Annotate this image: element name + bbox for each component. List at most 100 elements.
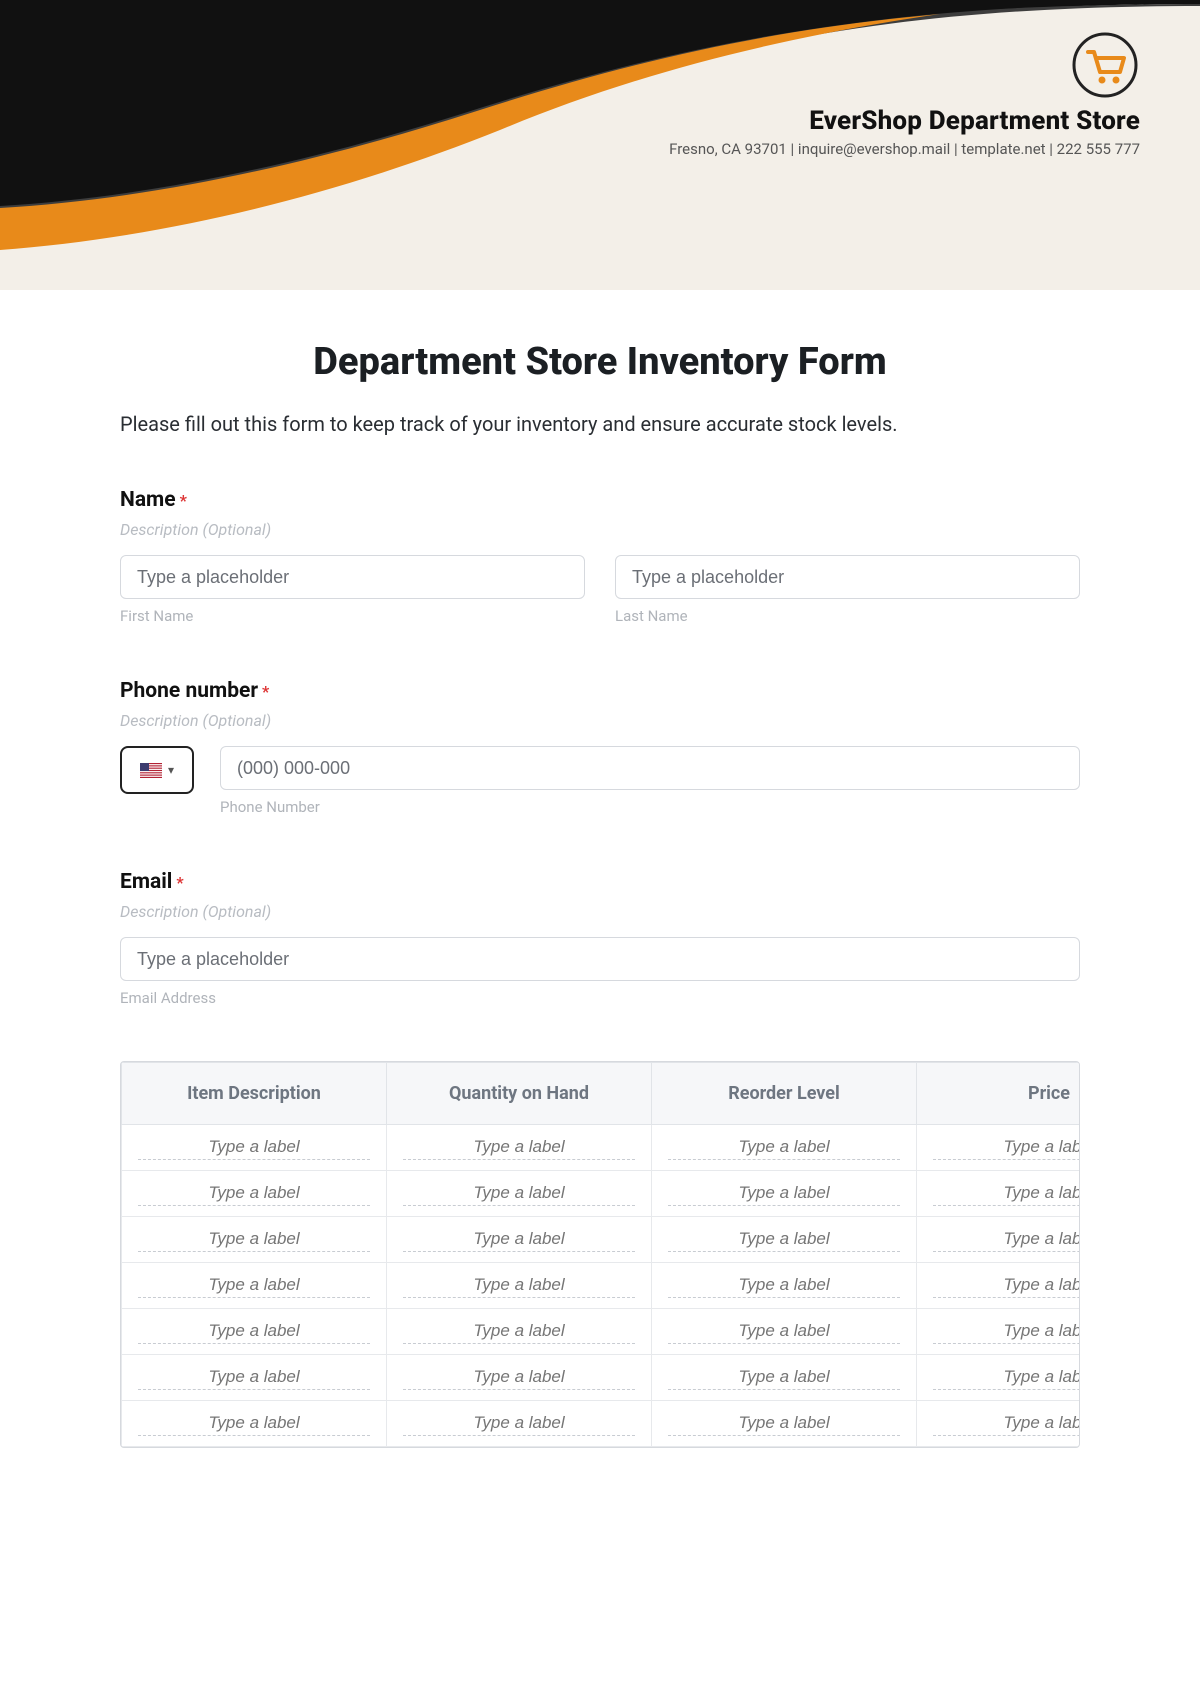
email-description: Description (Optional)	[120, 902, 1080, 921]
table-cell	[917, 1401, 1081, 1447]
header-content: EverShop Department Store Fresno, CA 937…	[520, 30, 1140, 158]
table-cell-input[interactable]	[138, 1135, 370, 1160]
phone-required-mark: *	[262, 682, 269, 701]
form-intro: Please fill out this form to keep track …	[120, 412, 1080, 436]
table-cell	[387, 1125, 652, 1171]
table-cell	[387, 1401, 652, 1447]
table-cell	[652, 1309, 917, 1355]
table-cell-input[interactable]	[138, 1319, 370, 1344]
email-field-group: Email * Description (Optional) Email Add…	[120, 870, 1080, 1007]
table-cell-input[interactable]	[933, 1135, 1080, 1160]
table-header-reorder: Reorder Level	[652, 1063, 917, 1125]
table-cell	[917, 1263, 1081, 1309]
table-row	[122, 1171, 1081, 1217]
table-cell-input[interactable]	[668, 1411, 900, 1436]
table-cell	[387, 1355, 652, 1401]
table-cell-input[interactable]	[403, 1135, 635, 1160]
table-cell-input[interactable]	[138, 1181, 370, 1206]
table-cell-input[interactable]	[933, 1365, 1080, 1390]
letterhead-header: EverShop Department Store Fresno, CA 937…	[0, 0, 1200, 290]
table-cell	[917, 1171, 1081, 1217]
table-header-quantity: Quantity on Hand	[387, 1063, 652, 1125]
table-cell	[387, 1263, 652, 1309]
table-row	[122, 1263, 1081, 1309]
table-cell	[122, 1171, 387, 1217]
name-description: Description (Optional)	[120, 520, 1080, 539]
inventory-table: Item Description Quantity on Hand Reorde…	[121, 1062, 1080, 1447]
table-cell-input[interactable]	[668, 1135, 900, 1160]
table-row	[122, 1217, 1081, 1263]
phone-label: Phone number	[120, 679, 258, 703]
inventory-table-wrap: Item Description Quantity on Hand Reorde…	[120, 1061, 1080, 1448]
table-cell	[387, 1217, 652, 1263]
table-header-price: Price	[917, 1063, 1081, 1125]
table-cell	[652, 1263, 917, 1309]
table-cell-input[interactable]	[933, 1227, 1080, 1252]
table-cell	[917, 1217, 1081, 1263]
table-cell-input[interactable]	[668, 1365, 900, 1390]
table-cell	[122, 1125, 387, 1171]
table-cell	[917, 1355, 1081, 1401]
table-cell-input[interactable]	[668, 1181, 900, 1206]
table-cell	[652, 1125, 917, 1171]
country-code-select[interactable]: ▾	[120, 746, 194, 794]
company-name: EverShop Department Store	[520, 106, 1140, 136]
table-cell	[122, 1401, 387, 1447]
table-cell	[387, 1309, 652, 1355]
name-field-group: Name * Description (Optional) First Name…	[120, 488, 1080, 625]
table-cell-input[interactable]	[933, 1273, 1080, 1298]
table-cell-input[interactable]	[403, 1365, 635, 1390]
table-cell	[652, 1171, 917, 1217]
table-cell	[122, 1217, 387, 1263]
table-row	[122, 1125, 1081, 1171]
email-required-mark: *	[176, 873, 183, 892]
name-required-mark: *	[180, 491, 187, 510]
table-cell-input[interactable]	[403, 1181, 635, 1206]
table-cell-input[interactable]	[933, 1319, 1080, 1344]
table-cell-input[interactable]	[403, 1319, 635, 1344]
table-header-row: Item Description Quantity on Hand Reorde…	[122, 1063, 1081, 1125]
table-cell-input[interactable]	[403, 1273, 635, 1298]
table-cell	[387, 1171, 652, 1217]
phone-field-group: Phone number * Description (Optional)	[120, 679, 1080, 816]
table-cell	[652, 1355, 917, 1401]
table-cell	[122, 1263, 387, 1309]
table-cell-input[interactable]	[403, 1411, 635, 1436]
cart-logo-icon	[1070, 30, 1140, 100]
table-header-item-description: Item Description	[122, 1063, 387, 1125]
table-row	[122, 1355, 1081, 1401]
phone-number-input[interactable]	[220, 746, 1080, 790]
us-flag-icon	[140, 763, 162, 778]
form-area: Department Store Inventory Form Please f…	[0, 290, 1200, 1488]
email-input[interactable]	[120, 937, 1080, 981]
table-cell-input[interactable]	[403, 1227, 635, 1252]
table-cell-input[interactable]	[668, 1273, 900, 1298]
last-name-input[interactable]	[615, 555, 1080, 599]
first-name-sublabel: First Name	[120, 607, 585, 625]
email-label: Email	[120, 870, 172, 894]
name-label: Name	[120, 488, 176, 512]
table-cell	[652, 1217, 917, 1263]
form-title: Department Store Inventory Form	[120, 340, 1080, 384]
table-cell-input[interactable]	[138, 1365, 370, 1390]
table-cell	[122, 1355, 387, 1401]
table-cell	[917, 1309, 1081, 1355]
phone-description: Description (Optional)	[120, 711, 1080, 730]
table-cell-input[interactable]	[668, 1227, 900, 1252]
table-cell-input[interactable]	[138, 1273, 370, 1298]
table-row	[122, 1401, 1081, 1447]
table-cell-input[interactable]	[933, 1411, 1080, 1436]
table-cell	[652, 1401, 917, 1447]
table-cell-input[interactable]	[138, 1227, 370, 1252]
table-cell	[122, 1309, 387, 1355]
last-name-sublabel: Last Name	[615, 607, 1080, 625]
chevron-down-icon: ▾	[168, 763, 174, 777]
table-cell	[917, 1125, 1081, 1171]
table-cell-input[interactable]	[668, 1319, 900, 1344]
table-cell-input[interactable]	[933, 1181, 1080, 1206]
phone-sublabel: Phone Number	[220, 798, 1080, 816]
table-row	[122, 1309, 1081, 1355]
company-contact-line: Fresno, CA 93701 | inquire@evershop.mail…	[520, 140, 1140, 158]
table-cell-input[interactable]	[138, 1411, 370, 1436]
first-name-input[interactable]	[120, 555, 585, 599]
